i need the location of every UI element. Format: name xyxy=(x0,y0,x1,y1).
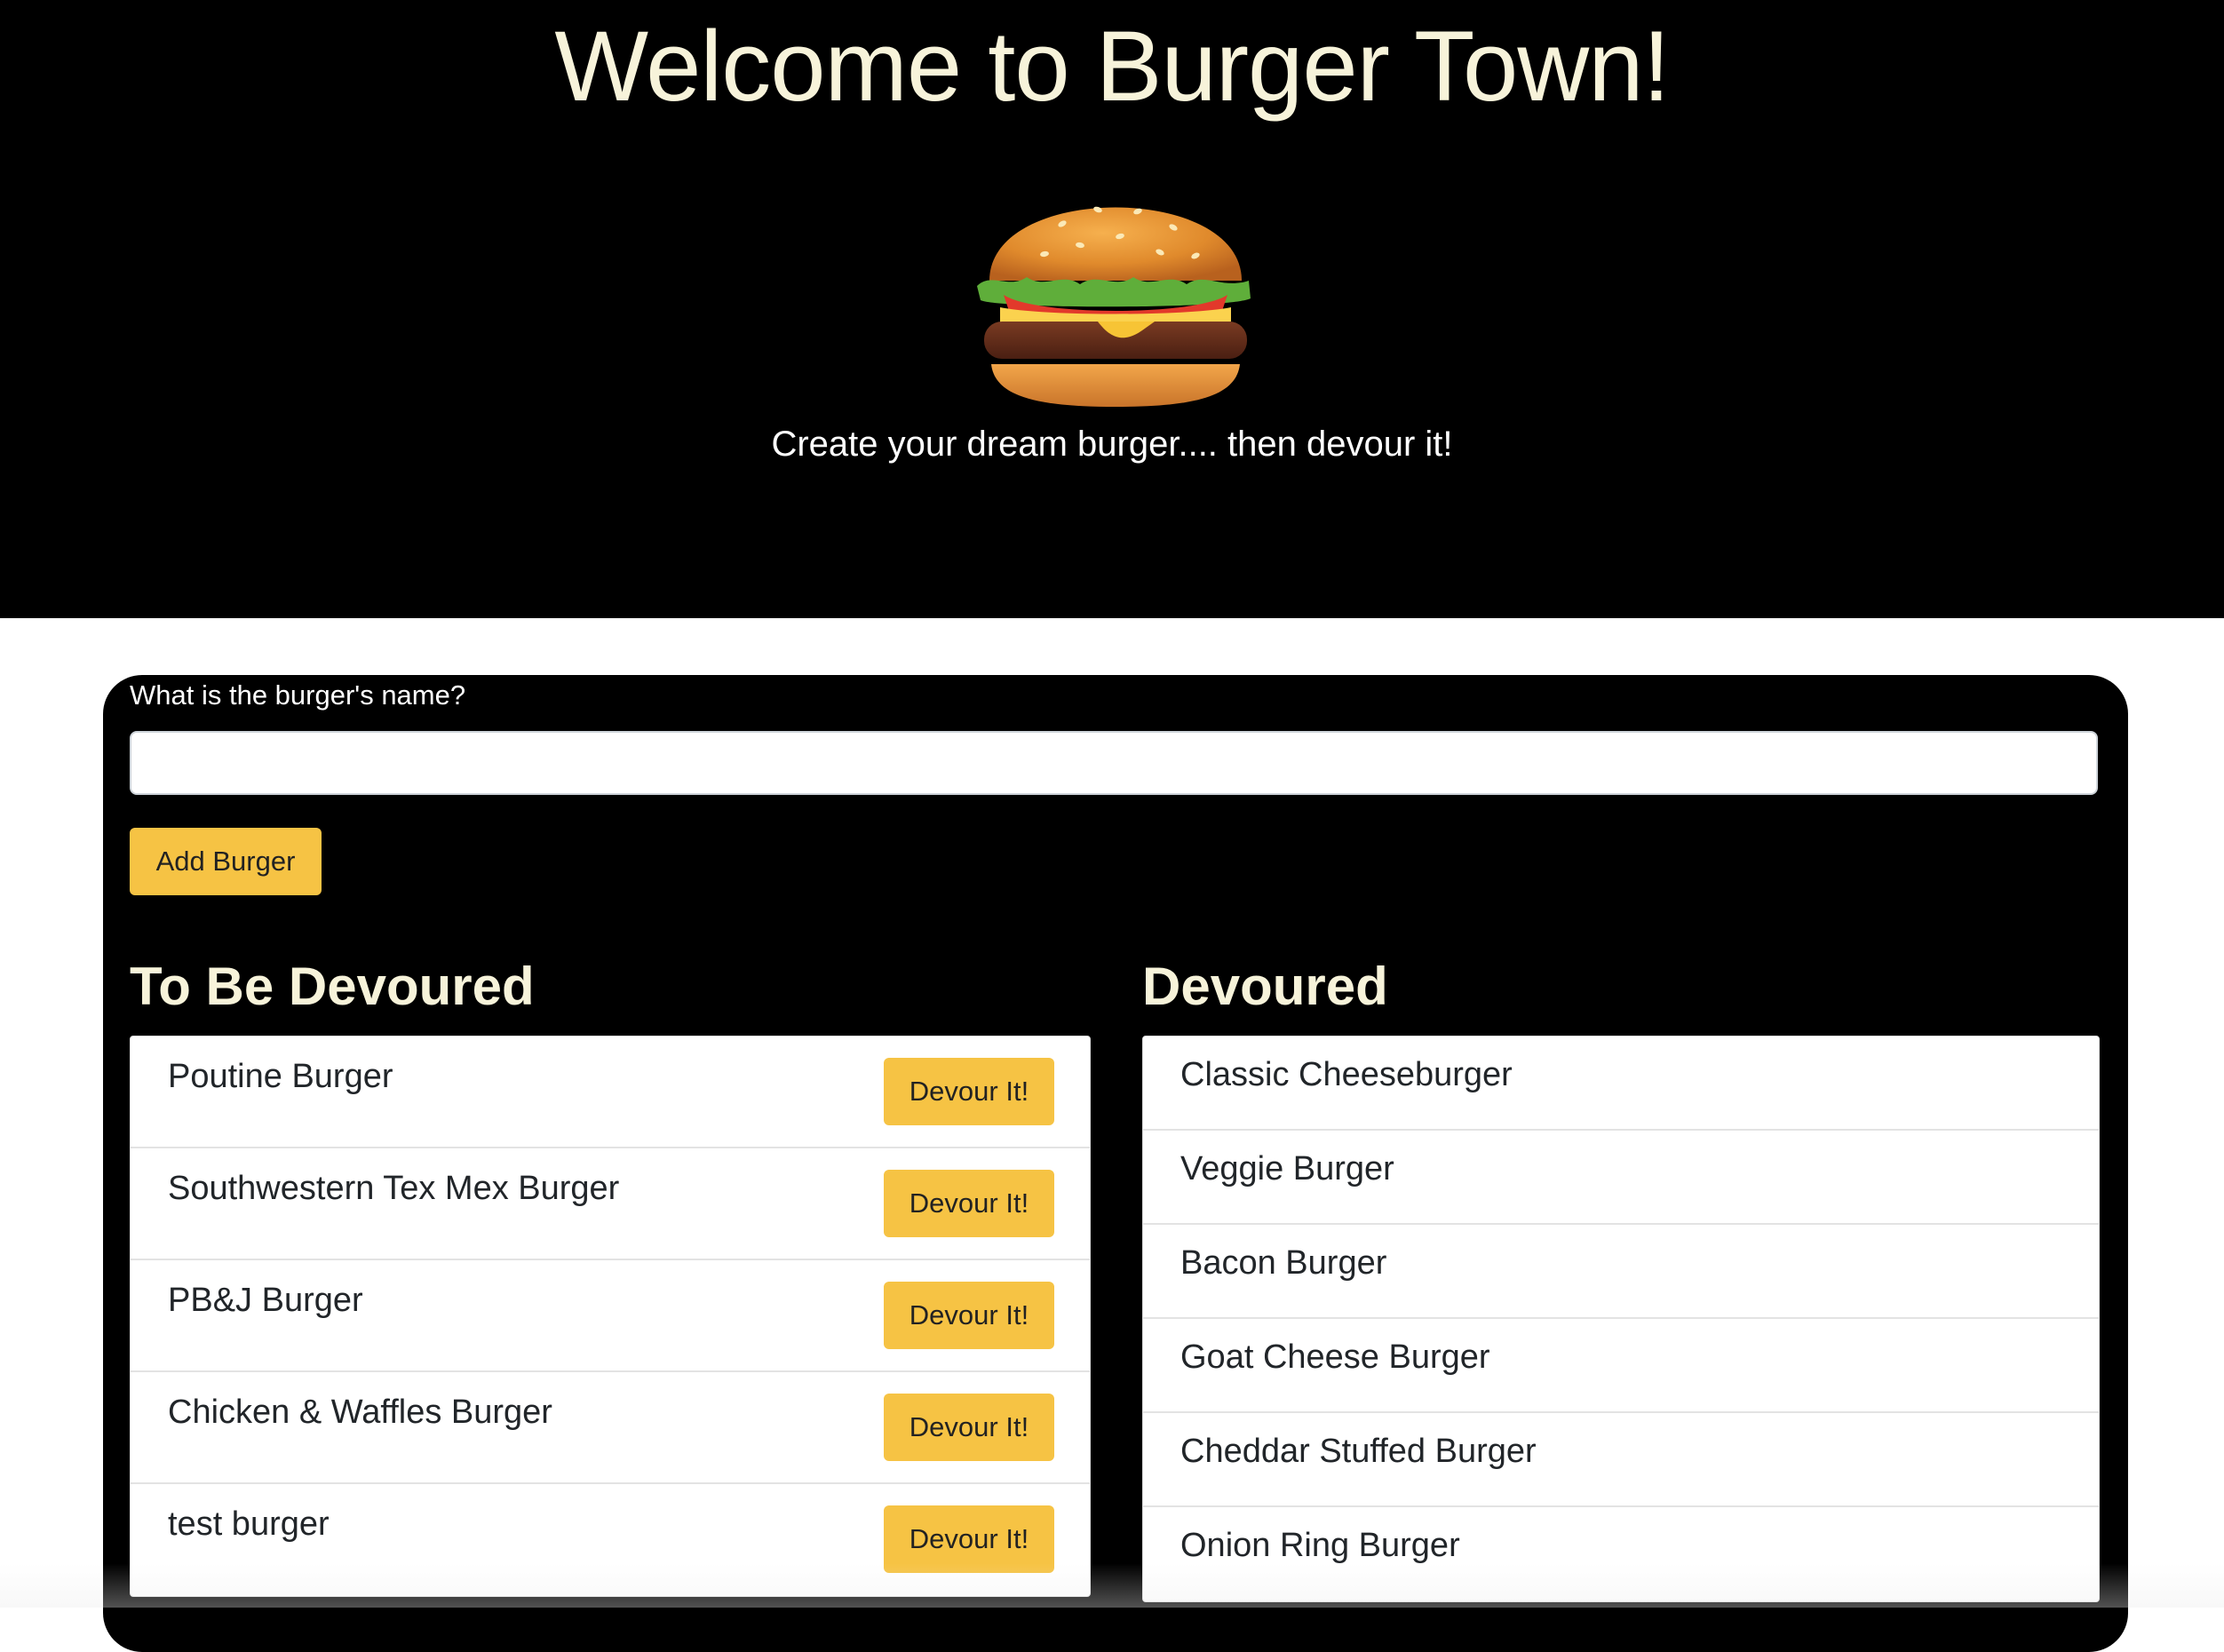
burger-name: Southwestern Tex Mex Burger xyxy=(168,1170,620,1207)
list-item: Poutine Burger Devour It! xyxy=(131,1036,1090,1148)
page-title: Welcome to Burger Town! xyxy=(554,11,1670,122)
devour-button[interactable]: Devour It! xyxy=(884,1058,1054,1125)
list-item: Veggie Burger xyxy=(1143,1131,2099,1225)
burger-name: Classic Cheeseburger xyxy=(1180,1056,1513,1093)
list-item: Classic Cheeseburger xyxy=(1143,1036,2099,1131)
burger-name: Veggie Burger xyxy=(1180,1150,1394,1187)
burger-name: Poutine Burger xyxy=(168,1058,393,1095)
list-item: Cheddar Stuffed Burger xyxy=(1143,1413,2099,1507)
list-item: Chicken & Waffles Burger Devour It! xyxy=(131,1372,1090,1484)
burger-name-input[interactable] xyxy=(130,731,2098,795)
list-item: Southwestern Tex Mex Burger Devour It! xyxy=(131,1148,1090,1260)
list-item: Bacon Burger xyxy=(1143,1225,2099,1319)
burger-name-label: What is the burger's name? xyxy=(130,679,466,711)
burger-name: Cheddar Stuffed Burger xyxy=(1180,1433,1537,1470)
hamburger-icon xyxy=(977,206,1251,407)
list-item: PB&J Burger Devour It! xyxy=(131,1260,1090,1372)
list-item: test burger Devour It! xyxy=(131,1484,1090,1596)
devour-button[interactable]: Devour It! xyxy=(884,1394,1054,1461)
list-item: Goat Cheese Burger xyxy=(1143,1319,2099,1413)
devour-button[interactable]: Devour It! xyxy=(884,1170,1054,1237)
devoured-list: Classic Cheeseburger Veggie Burger Bacon… xyxy=(1142,1036,2100,1602)
burger-name: PB&J Burger xyxy=(168,1282,363,1319)
tagline: Create your dream burger.... then devour… xyxy=(771,425,1453,464)
burger-name: Goat Cheese Burger xyxy=(1180,1338,1490,1376)
devour-button[interactable]: Devour It! xyxy=(884,1505,1054,1573)
burger-name: Onion Ring Burger xyxy=(1180,1527,1460,1564)
devoured-heading: Devoured xyxy=(1142,957,1388,1016)
burger-name: Bacon Burger xyxy=(1180,1244,1387,1282)
to-be-devoured-list: Poutine Burger Devour It! Southwestern T… xyxy=(130,1036,1091,1597)
burger-name: Chicken & Waffles Burger xyxy=(168,1394,552,1431)
burger-name: test burger xyxy=(168,1505,330,1543)
devour-button[interactable]: Devour It! xyxy=(884,1282,1054,1349)
burger-panel: What is the burger's name? Add Burger To… xyxy=(103,675,2128,1652)
add-burger-button[interactable]: Add Burger xyxy=(130,828,322,895)
hero-banner: Welcome to Burger Town! Create your drea… xyxy=(0,0,2224,618)
list-item: Onion Ring Burger xyxy=(1143,1507,2099,1601)
to-be-devoured-heading: To Be Devoured xyxy=(130,957,535,1016)
